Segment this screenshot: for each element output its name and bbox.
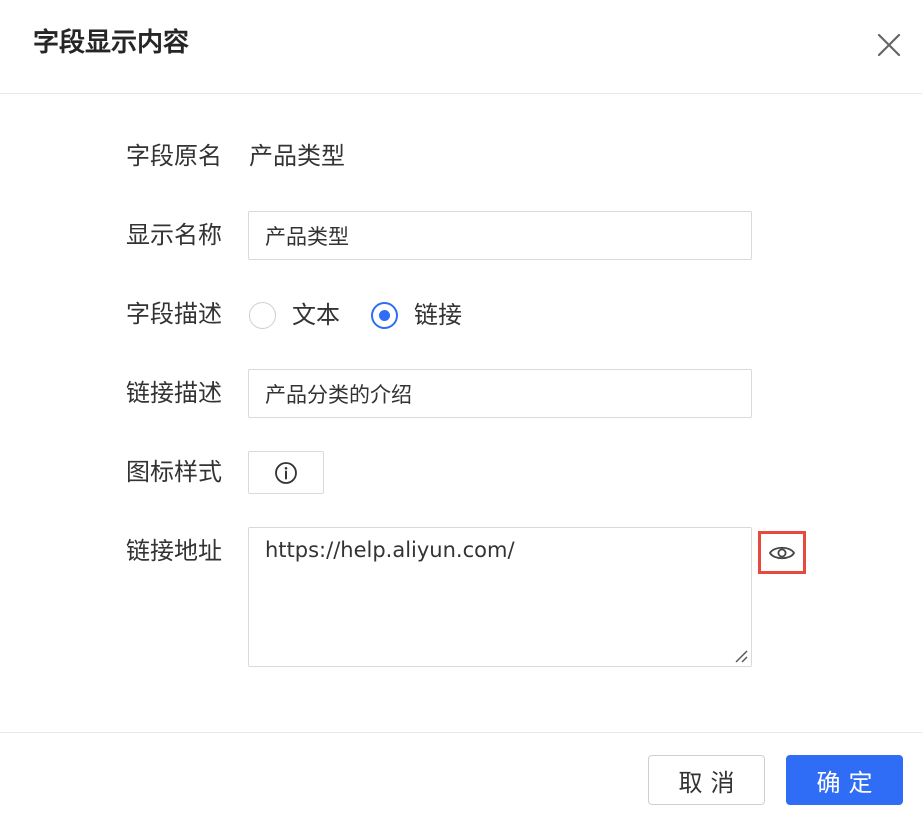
display-name-input[interactable] [248,211,752,260]
resize-handle-icon[interactable] [733,648,749,664]
close-icon [877,33,901,57]
dialog-title: 字段显示内容 [33,28,190,58]
info-circle-icon [275,461,297,484]
radio-link-label: 链接 [414,301,462,329]
link-description-input[interactable] [248,369,752,418]
radio-text-option[interactable]: 文本 [249,300,340,330]
link-url-label: 链接地址 [126,537,222,565]
original-name-value: 产品类型 [249,142,345,170]
dialog-header: 字段显示内容 [0,0,922,94]
close-button[interactable] [874,30,904,60]
original-name-label: 字段原名 [126,142,222,170]
radio-text-label: 文本 [292,301,340,329]
icon-style-label: 图标样式 [126,458,222,486]
description-type-label: 字段描述 [126,300,222,328]
display-name-label: 显示名称 [126,221,222,249]
radio-link-option[interactable]: 链接 [371,300,462,330]
field-display-dialog: 字段显示内容 字段原名 产品类型 显示名称 字段描述 文本 链接 链接描述 图标… [0,0,922,822]
eye-icon [769,546,795,559]
confirm-button[interactable]: 确定 [786,755,903,805]
dialog-footer [0,732,922,822]
link-url-textarea[interactable]: https://help.aliyun.com/ [248,527,752,667]
link-description-label: 链接描述 [126,379,222,407]
cancel-button[interactable]: 取消 [648,755,765,805]
radio-text-circle [249,301,276,329]
preview-link-button[interactable] [758,531,806,574]
radio-link-circle [371,301,398,329]
icon-style-selector[interactable] [248,451,324,494]
